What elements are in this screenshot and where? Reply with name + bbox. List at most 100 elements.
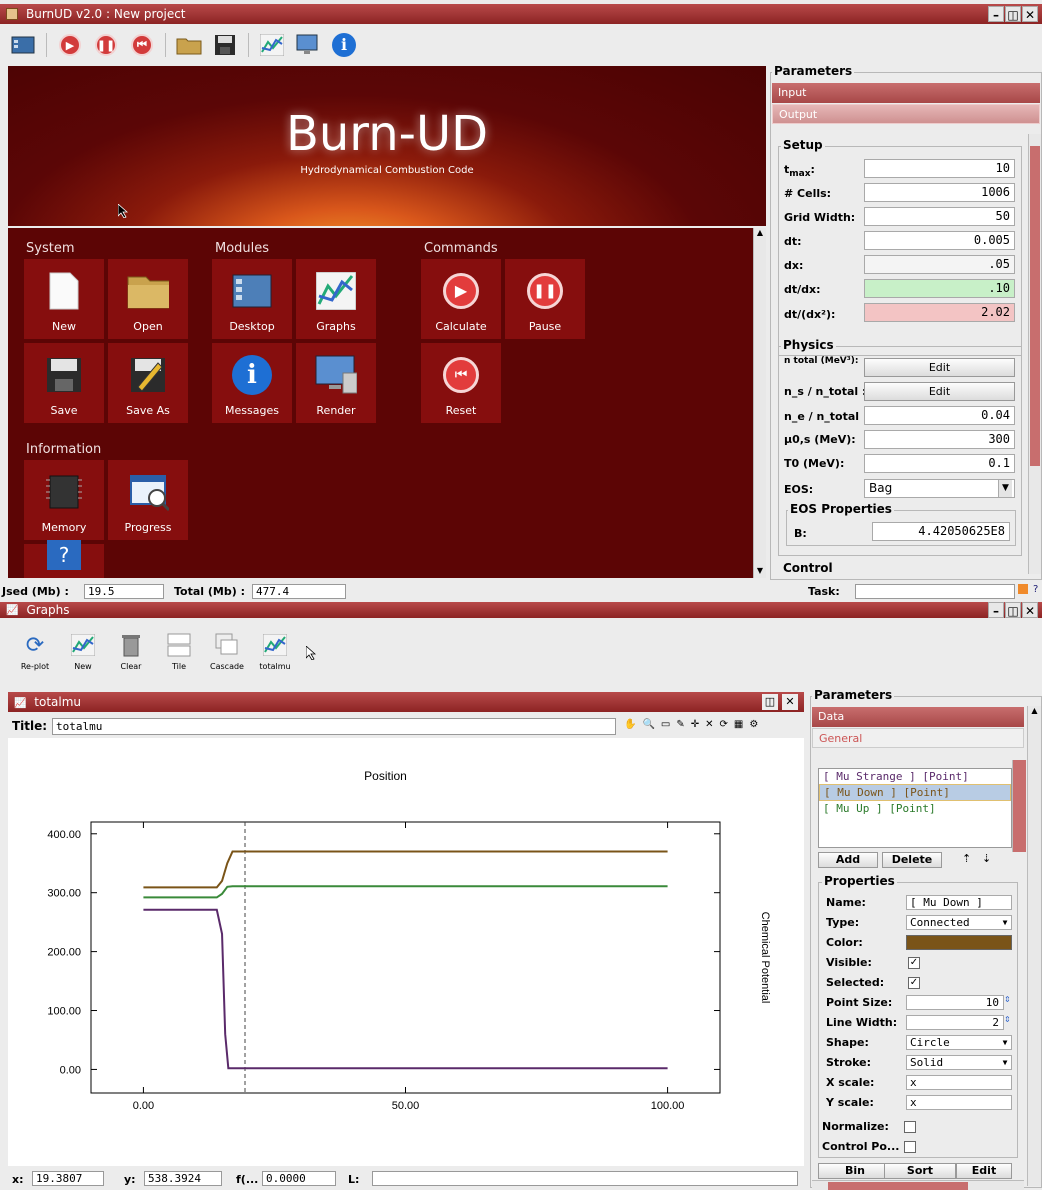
info-icon[interactable]: i xyxy=(331,32,357,58)
tile-desktop[interactable]: Desktop xyxy=(212,259,292,339)
ns-edit-button[interactable]: Edit xyxy=(864,382,1015,401)
help-icon[interactable]: ? xyxy=(1033,584,1038,595)
selected-label: Selected: xyxy=(826,976,885,989)
type-select[interactable]: Connected ▼ xyxy=(906,915,1012,930)
dt-field[interactable]: 0.005 xyxy=(864,231,1015,250)
tile-progress[interactable]: Progress xyxy=(108,460,188,540)
t0-field[interactable]: 0.1 xyxy=(864,454,1015,473)
remove-icon[interactable]: ✕ xyxy=(705,719,713,730)
color-swatch[interactable] xyxy=(906,935,1012,950)
tile-new[interactable]: New xyxy=(24,259,104,339)
series-item-mu-strange[interactable]: [ Mu Strange ] [Point] xyxy=(819,769,1011,784)
name-field[interactable]: [ Mu Down ] xyxy=(906,895,1012,910)
params-scrollbar[interactable] xyxy=(1028,134,1041,574)
series-item-mu-up[interactable]: [ Mu Up ] [Point] xyxy=(819,801,1011,816)
sort-button[interactable]: Sort xyxy=(884,1163,956,1179)
line-width-field[interactable]: 2 xyxy=(906,1015,1004,1030)
tile-help[interactable]: ? xyxy=(24,540,104,578)
point-size-field[interactable]: 10 xyxy=(906,995,1004,1010)
tile-save[interactable]: Save xyxy=(24,343,104,423)
totalmu-button[interactable]: totalmu xyxy=(258,632,292,671)
shape-select[interactable]: Circle ▼ xyxy=(906,1035,1012,1050)
tab-general[interactable]: General xyxy=(812,728,1024,748)
series-item-mu-down[interactable]: [ Mu Down ] [Point] xyxy=(819,784,1011,801)
save-icon[interactable] xyxy=(212,32,238,58)
graph-params-hscroll[interactable] xyxy=(812,1180,1024,1190)
folder-icon[interactable] xyxy=(176,32,202,58)
control-points-checkbox[interactable] xyxy=(904,1141,916,1153)
refresh-icon[interactable]: ⟳ xyxy=(720,719,728,730)
section-information: Information xyxy=(26,442,102,457)
close-button[interactable]: ✕ xyxy=(1022,6,1038,22)
restore-button[interactable]: ◫ xyxy=(762,694,778,710)
desktop-icon[interactable] xyxy=(10,32,36,58)
close-button[interactable]: ✕ xyxy=(1022,602,1038,618)
graph-params-scrollbar[interactable]: ▲ xyxy=(1027,706,1041,1186)
tmax-field[interactable]: 10 xyxy=(864,159,1015,178)
grid-width-field[interactable]: 50 xyxy=(864,207,1015,226)
line-width-spinner[interactable]: ⇕ xyxy=(1004,1015,1011,1024)
calculate-icon[interactable]: ▶ xyxy=(57,32,83,58)
pause-icon[interactable]: ❚❚ xyxy=(93,32,119,58)
desktop-scrollbar[interactable]: ▲ ▼ xyxy=(753,228,766,578)
cascade-button[interactable]: Cascade xyxy=(210,632,244,671)
graphs-icon[interactable] xyxy=(259,32,285,58)
tab-data[interactable]: Data xyxy=(812,707,1024,727)
minimize-button[interactable]: – xyxy=(988,602,1004,618)
new-graph-button[interactable]: New xyxy=(66,632,100,671)
maximize-button[interactable]: ◫ xyxy=(1005,6,1021,22)
close-button[interactable]: ✕ xyxy=(782,694,798,710)
reset-icon[interactable]: ⏮ xyxy=(129,32,155,58)
b-field[interactable]: 4.42050625E8 xyxy=(872,522,1010,541)
crosshair-icon[interactable]: ✛ xyxy=(691,719,699,730)
tile-graphs[interactable]: Graphs xyxy=(296,259,376,339)
tab-output[interactable]: Output xyxy=(772,104,1040,124)
move-up-icon[interactable]: ⇡ xyxy=(962,852,971,865)
edit-series-button[interactable]: Edit xyxy=(956,1163,1012,1179)
add-series-button[interactable]: Add xyxy=(818,852,878,868)
tile-open[interactable]: Open xyxy=(108,259,188,339)
cells-field[interactable]: 1006 xyxy=(864,183,1015,202)
yscale-field[interactable]: x xyxy=(906,1095,1012,1110)
warning-icon[interactable] xyxy=(1018,584,1028,594)
selected-checkbox[interactable]: ✓ xyxy=(908,977,920,989)
render-icon[interactable] xyxy=(295,32,321,58)
series-list[interactable]: [ Mu Strange ] [Point] [ Mu Down ] [Poin… xyxy=(818,768,1012,848)
visible-checkbox[interactable]: ✓ xyxy=(908,957,920,969)
ne-field[interactable]: 0.04 xyxy=(864,406,1015,425)
series-scrollbar[interactable] xyxy=(1012,760,1026,852)
replot-button[interactable]: ⟳ Re-plot xyxy=(18,632,52,672)
clear-button[interactable]: Clear xyxy=(114,632,148,671)
mu-field[interactable]: 300 xyxy=(864,430,1015,449)
tile-reset[interactable]: ⏮ Reset xyxy=(421,343,501,423)
ntotal-edit-button[interactable]: Edit xyxy=(864,358,1015,377)
pan-icon[interactable]: ✋ xyxy=(624,719,636,730)
move-down-icon[interactable]: ⇣ xyxy=(982,852,991,865)
maximize-button[interactable]: ◫ xyxy=(1005,602,1021,618)
x-readout: 19.3807 xyxy=(32,1171,104,1186)
tab-input[interactable]: Input xyxy=(772,83,1040,103)
bin-button[interactable]: Bin xyxy=(818,1163,892,1179)
minimize-button[interactable]: – xyxy=(988,6,1004,22)
tile-memory[interactable]: Memory xyxy=(24,460,104,540)
tile-messages[interactable]: i Messages xyxy=(212,343,292,423)
export-icon[interactable]: ▦ xyxy=(734,719,743,730)
tile-render[interactable]: Render xyxy=(296,343,376,423)
delete-series-button[interactable]: Delete xyxy=(882,852,942,868)
xscale-field[interactable]: x xyxy=(906,1075,1012,1090)
plot-title-input[interactable]: totalmu xyxy=(52,718,616,735)
zoom-box-icon[interactable]: ▭ xyxy=(661,719,670,730)
tile-save-as[interactable]: Save As xyxy=(108,343,188,423)
tile-button[interactable]: Tile xyxy=(162,632,196,671)
eos-select[interactable]: Bag ▼ xyxy=(864,479,1015,498)
settings-icon[interactable]: ⚙ xyxy=(749,719,758,730)
f-readout-label: f(... xyxy=(236,1173,259,1186)
edit-icon[interactable]: ✎ xyxy=(676,719,684,730)
normalize-checkbox[interactable] xyxy=(904,1121,916,1133)
tile-pause[interactable]: ❚❚ Pause xyxy=(505,259,585,339)
tile-calculate[interactable]: ▶ Calculate xyxy=(421,259,501,339)
plot-area[interactable]: Position Chemical Potential 0.00 50.00 100.0… xyxy=(8,738,804,1166)
stroke-select[interactable]: Solid ▼ xyxy=(906,1055,1012,1070)
point-size-spinner[interactable]: ⇕ xyxy=(1004,995,1011,1004)
zoom-icon[interactable]: 🔍 xyxy=(642,719,654,730)
